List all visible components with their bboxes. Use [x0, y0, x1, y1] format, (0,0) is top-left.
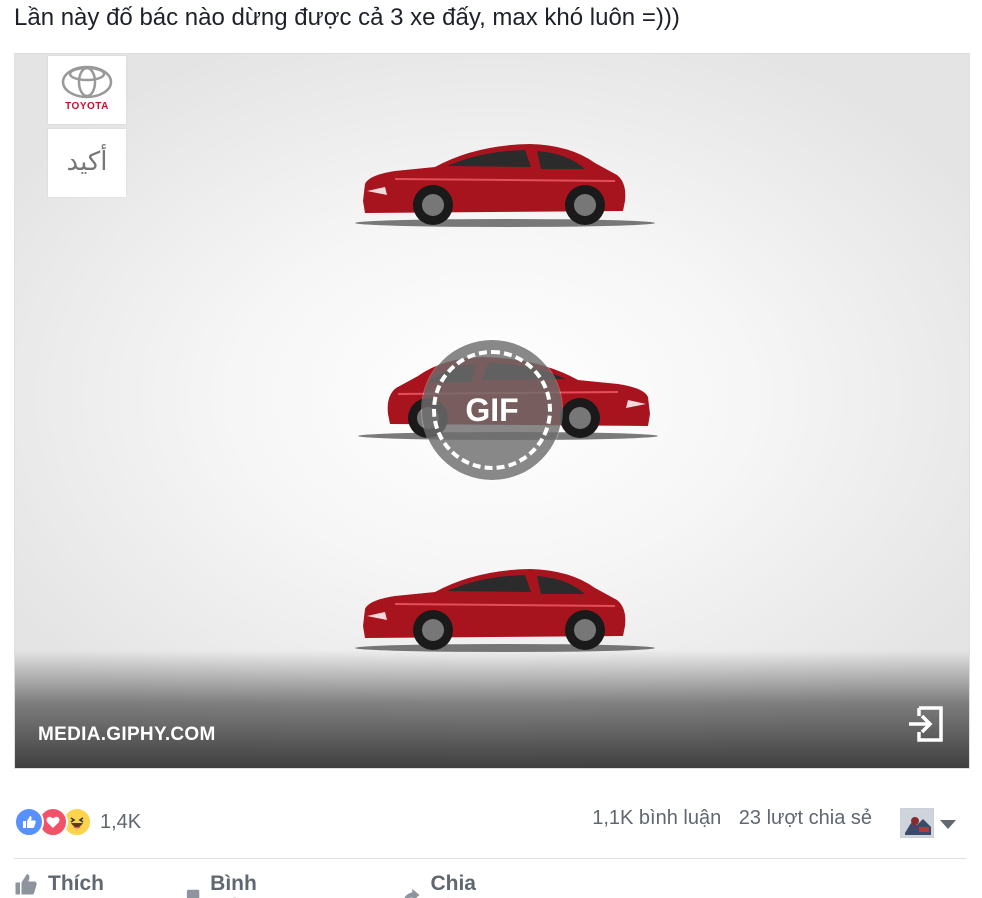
red-car-top	[355, 144, 655, 227]
reactions-summary[interactable]: 1,4K	[14, 806, 141, 838]
gif-label: GIF	[465, 392, 519, 428]
post-text: Lần này đố bác nào dừng được cả 3 xe đấy…	[14, 4, 680, 31]
gif-media-card[interactable]: TOYOTA أكيد GIF MEDIA.GIPHY.COM	[14, 53, 970, 769]
like-label: Thích	[48, 872, 104, 895]
arabic-logo-box: أكيد	[48, 129, 126, 197]
share-arrow-icon	[404, 888, 420, 898]
share-button[interactable]: Chia sẻ	[402, 872, 484, 898]
like-button[interactable]: Thích	[14, 872, 104, 896]
open-external-icon[interactable]	[905, 704, 945, 744]
comment-count-link[interactable]: 1,1K bình luận	[592, 807, 721, 829]
arabic-wordmark: أكيد	[66, 147, 108, 177]
toyota-wordmark: TOYOTA	[65, 101, 109, 112]
media-caption-bar	[15, 650, 969, 768]
comment-label: Bình luận	[210, 872, 257, 898]
gif-play-button[interactable]: GIF	[422, 340, 562, 480]
thumbs-up-icon	[15, 874, 37, 895]
post-stats: 1,1K bình luận 23 lượt chia sẻ	[592, 807, 872, 830]
like-reaction-icon	[14, 807, 44, 837]
share-count-link[interactable]: 23 lượt chia sẻ	[739, 807, 872, 829]
user-avatar[interactable]	[900, 808, 934, 838]
reaction-count: 1,4K	[100, 810, 142, 833]
toyota-logo: TOYOTA	[48, 56, 126, 124]
comment-button[interactable]: Bình luận	[186, 872, 267, 898]
red-car-bottom	[355, 569, 655, 652]
comment-icon	[186, 889, 200, 898]
divider	[14, 858, 966, 859]
chevron-down-icon[interactable]	[940, 820, 956, 829]
media-source-link[interactable]: MEDIA.GIPHY.COM	[38, 724, 216, 746]
share-label: Chia sẻ	[430, 872, 476, 898]
